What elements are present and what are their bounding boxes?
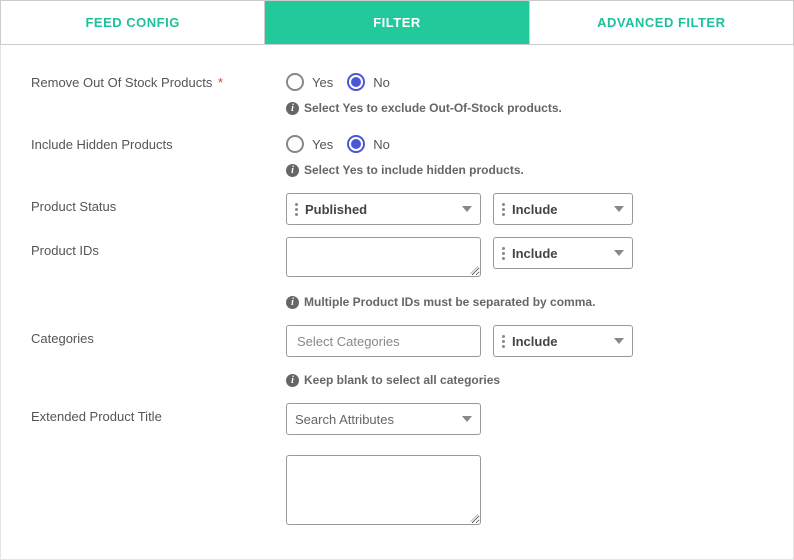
row-remove-oos: Remove Out Of Stock Products * Yes No i …	[31, 69, 763, 125]
select-value: Include	[512, 334, 614, 349]
info-icon: i	[286, 102, 299, 115]
hint-text: Select Yes to include hidden products.	[304, 163, 524, 177]
product-status-mode-select[interactable]: Include	[493, 193, 633, 225]
drag-handle-icon	[295, 203, 298, 216]
chevron-down-icon	[462, 206, 472, 212]
categories-mode-select[interactable]: Include	[493, 325, 633, 357]
include-hidden-no-radio[interactable]	[347, 135, 365, 153]
label-product-ids: Product IDs	[31, 237, 286, 258]
row-extended-title: Extended Product Title Search Attributes	[31, 403, 763, 525]
label-text: Remove Out Of Stock Products	[31, 75, 212, 90]
remove-oos-hint: i Select Yes to exclude Out-Of-Stock pro…	[286, 101, 763, 115]
remove-oos-yes-radio[interactable]	[286, 73, 304, 91]
required-asterisk: *	[218, 75, 223, 90]
label-categories: Categories	[31, 325, 286, 346]
product-ids-hint: i Multiple Product IDs must be separated…	[286, 295, 763, 309]
placeholder-text: Select Categories	[297, 334, 400, 349]
label-extended-title: Extended Product Title	[31, 403, 286, 424]
include-hidden-radio-group: Yes No	[286, 131, 763, 157]
row-categories: Categories Select Categories Include i K…	[31, 325, 763, 397]
row-product-status: Product Status Published Include	[31, 193, 763, 225]
select-value: Published	[305, 202, 462, 217]
row-product-ids: Product IDs Include i Multiple Product I…	[31, 237, 763, 319]
tab-advanced-filter[interactable]: ADVANCED FILTER	[530, 1, 793, 44]
hint-text: Multiple Product IDs must be separated b…	[304, 295, 595, 309]
info-icon: i	[286, 164, 299, 177]
tab-feed-config[interactable]: FEED CONFIG	[1, 1, 265, 44]
label-remove-oos: Remove Out Of Stock Products *	[31, 69, 286, 90]
hint-text: Select Yes to exclude Out-Of-Stock produ…	[304, 101, 562, 115]
label-product-status: Product Status	[31, 193, 286, 214]
chevron-down-icon	[614, 206, 624, 212]
row-include-hidden: Include Hidden Products Yes No i Select …	[31, 131, 763, 187]
filter-form: Remove Out Of Stock Products * Yes No i …	[0, 45, 794, 560]
chevron-down-icon	[614, 338, 624, 344]
select-value: Search Attributes	[295, 412, 462, 427]
categories-hint: i Keep blank to select all categories	[286, 373, 763, 387]
select-value: Include	[512, 202, 614, 217]
info-icon: i	[286, 296, 299, 309]
drag-handle-icon	[502, 335, 505, 348]
drag-handle-icon	[502, 247, 505, 260]
hint-text: Keep blank to select all categories	[304, 373, 500, 387]
include-hidden-hint: i Select Yes to include hidden products.	[286, 163, 763, 177]
extended-title-attributes-select[interactable]: Search Attributes	[286, 403, 481, 435]
include-hidden-no-label: No	[373, 137, 390, 152]
include-hidden-yes-radio[interactable]	[286, 135, 304, 153]
remove-oos-no-label: No	[373, 75, 390, 90]
extended-title-input[interactable]	[286, 455, 481, 525]
remove-oos-no-radio[interactable]	[347, 73, 365, 91]
info-icon: i	[286, 374, 299, 387]
chevron-down-icon	[614, 250, 624, 256]
select-value: Include	[512, 246, 614, 261]
include-hidden-yes-label: Yes	[312, 137, 333, 152]
tabs: FEED CONFIG FILTER ADVANCED FILTER	[0, 0, 794, 45]
tab-filter[interactable]: FILTER	[265, 1, 529, 44]
remove-oos-yes-label: Yes	[312, 75, 333, 90]
product-ids-input[interactable]	[286, 237, 481, 277]
chevron-down-icon	[462, 416, 472, 422]
drag-handle-icon	[502, 203, 505, 216]
remove-oos-radio-group: Yes No	[286, 69, 763, 95]
categories-input[interactable]: Select Categories	[286, 325, 481, 357]
product-ids-mode-select[interactable]: Include	[493, 237, 633, 269]
product-status-select[interactable]: Published	[286, 193, 481, 225]
label-include-hidden: Include Hidden Products	[31, 131, 286, 152]
